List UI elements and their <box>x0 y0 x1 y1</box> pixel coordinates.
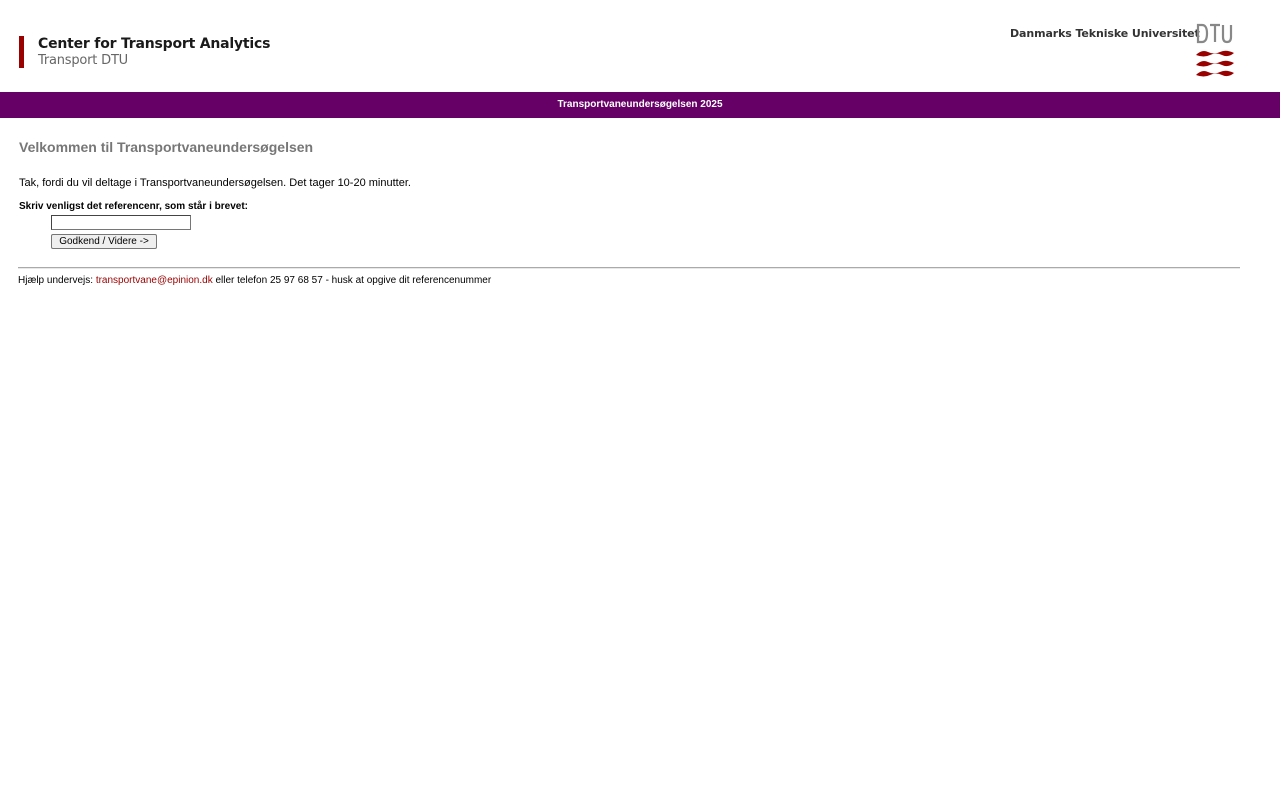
help-prefix: Hjælp undervejs: <box>18 275 96 286</box>
reference-number-label: Skriv venligst det referencenr, som står… <box>19 201 248 212</box>
survey-title-banner: Transportvaneundersøgelsen 2025 <box>0 92 1280 118</box>
help-suffix: eller telefon 25 97 68 57 - husk at opgi… <box>212 275 492 286</box>
cta-logo-title: Center for Transport Analytics <box>38 36 271 52</box>
page-title: Velkommen til Transportvaneundersøgelsen <box>19 139 314 155</box>
page-header: Center for Transport Analytics Transport… <box>0 0 1280 92</box>
cta-logo-bar <box>19 36 24 68</box>
cta-logo-subtitle: Transport DTU <box>38 53 128 68</box>
intro-text: Tak, fordi du vil deltage i Transportvan… <box>19 177 411 189</box>
submit-continue-button[interactable]: Godkend / Videre -> <box>51 234 157 249</box>
help-footer: Hjælp undervejs: transportvane@epinion.d… <box>18 275 491 286</box>
reference-number-input[interactable] <box>51 215 191 230</box>
footer-divider <box>18 267 1240 269</box>
help-email-link[interactable]: transportvane@epinion.dk <box>96 275 213 286</box>
university-name: Danmarks Tekniske Universitet <box>1010 27 1200 40</box>
dtu-logo-icon <box>1196 23 1234 77</box>
